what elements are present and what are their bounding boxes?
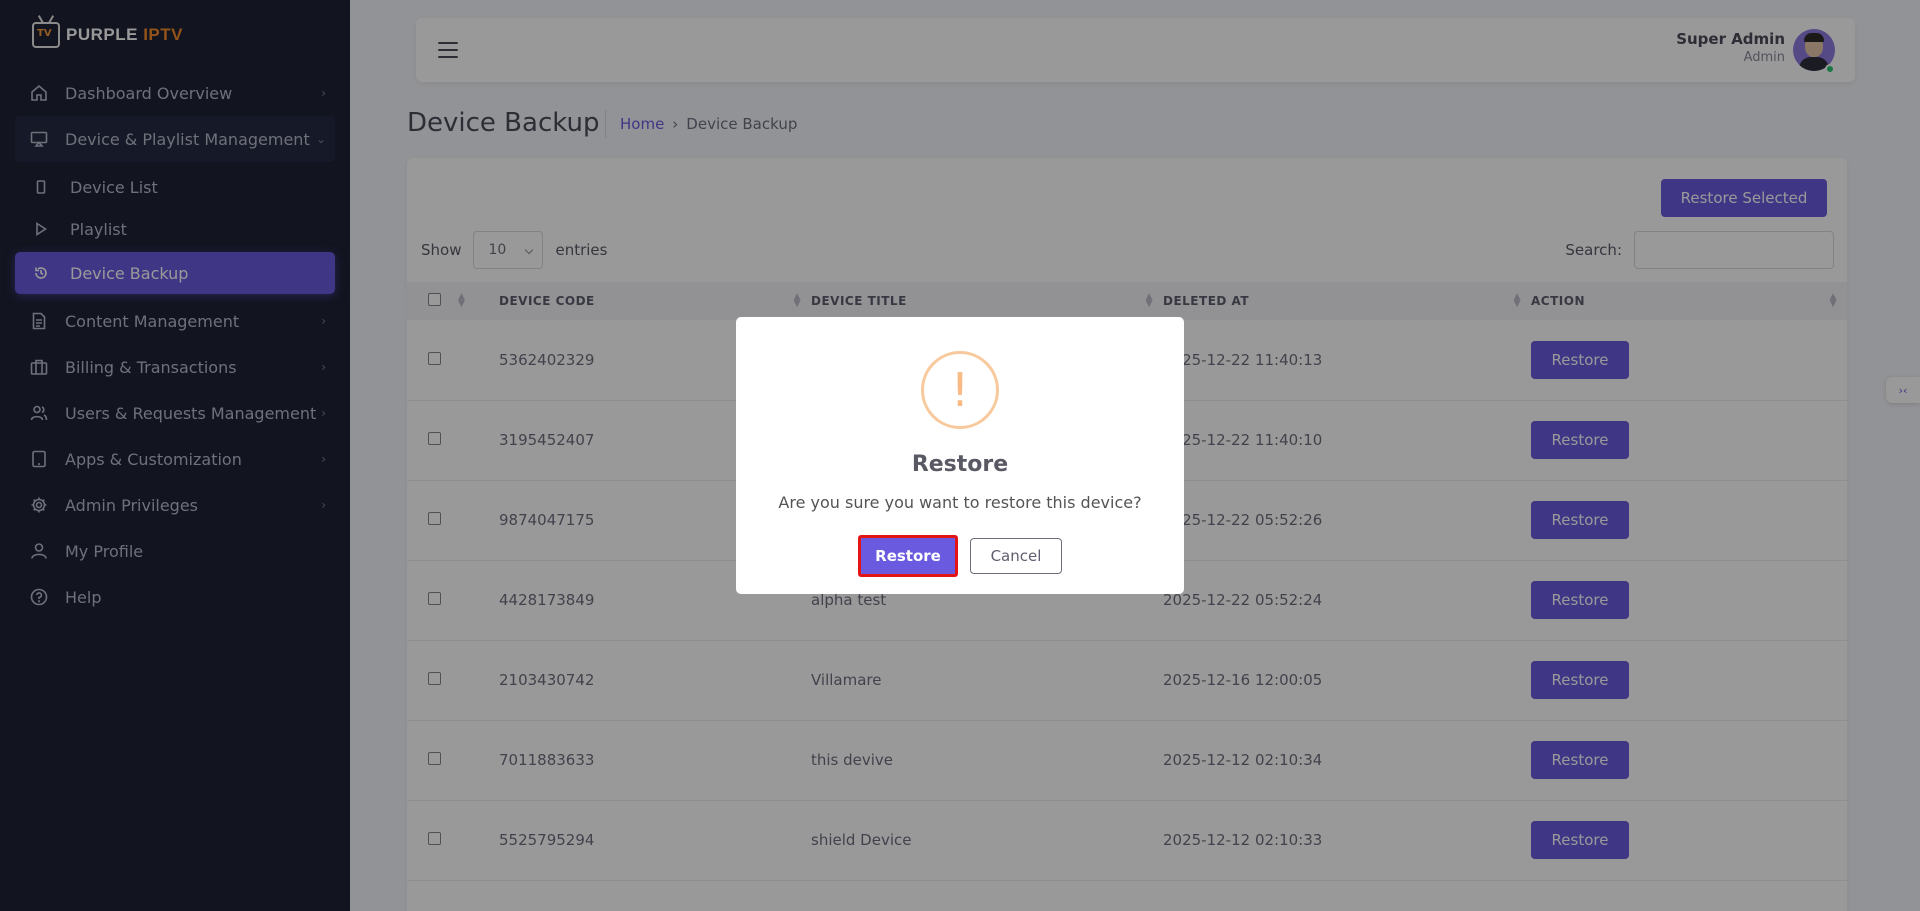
dialog-actions: Restore Cancel [736,535,1184,577]
warning-icon: ! [921,351,999,429]
restore-confirm-dialog: ! Restore Are you sure you want to resto… [736,317,1184,594]
dialog-title: Restore [911,452,1009,477]
warning-icon-glyph: ! [950,363,970,417]
dialog-message: Are you sure you want to restore this de… [778,493,1142,512]
cancel-button[interactable]: Cancel [970,538,1062,574]
confirm-restore-button[interactable]: Restore [858,535,958,577]
